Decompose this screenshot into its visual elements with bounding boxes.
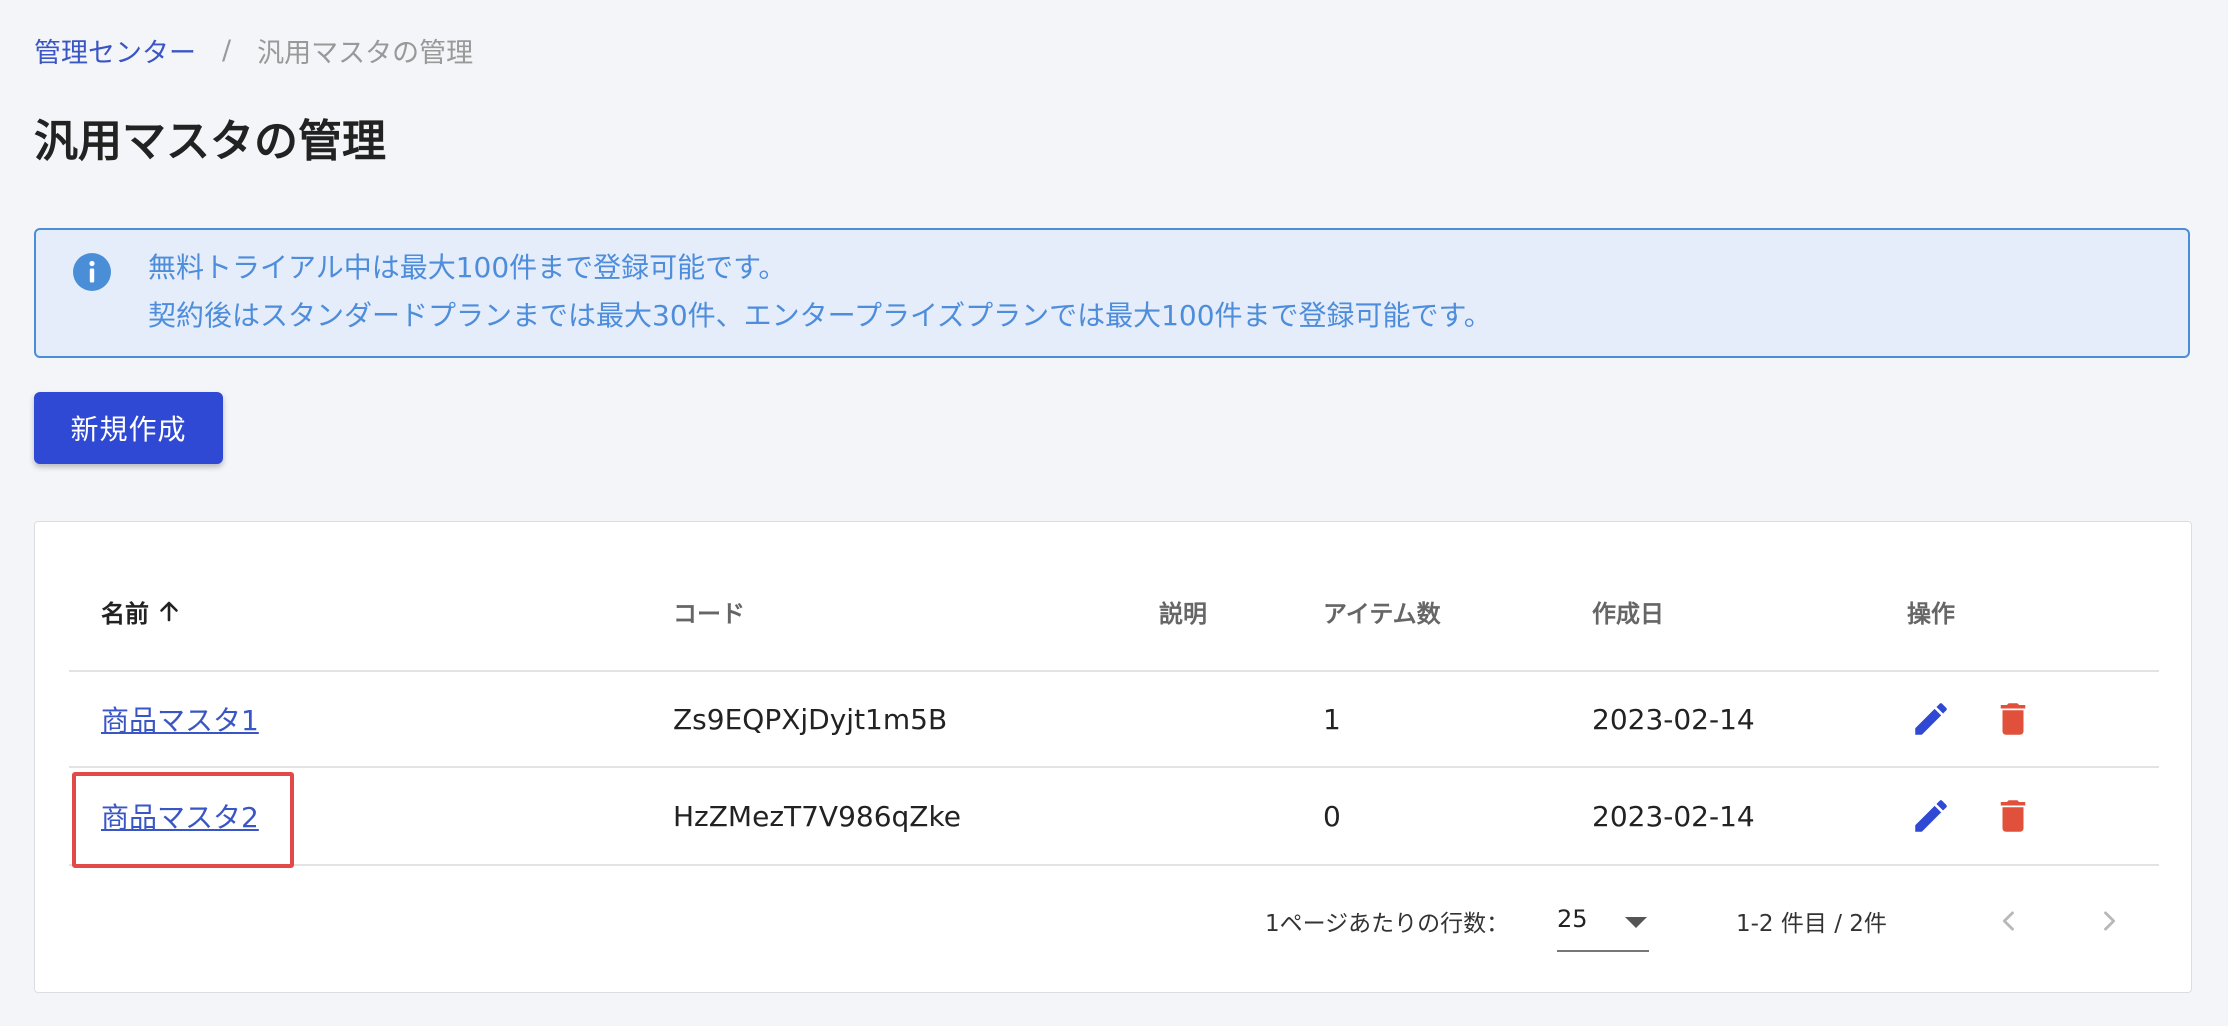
column-header-name-label: 名前: [101, 599, 149, 628]
cell-item-count: 1: [1323, 702, 1341, 736]
table-pagination: 1ページあたりの行数： 25 1-2 件目 / 2件: [69, 866, 2159, 976]
edit-button[interactable]: [1907, 695, 1955, 743]
master-table-card: 名前 コード 説明 アイテム数 作成日 操作 商品マスタ1 Zs9EQPXjDy…: [34, 521, 2192, 993]
master-name-link[interactable]: 商品マスタ1: [101, 699, 259, 739]
pencil-icon: [1915, 703, 1947, 735]
table-row: 商品マスタ1 Zs9EQPXjDyjt1m5B 1 2023-02-14: [69, 672, 2159, 768]
column-header-code: コード: [673, 599, 745, 628]
alert-message: 無料トライアル中は最大100件まで登録可能です。 契約後はスタンダードプランまで…: [148, 244, 1492, 340]
cell-name: 商品マスタ1: [101, 672, 259, 766]
next-page-button[interactable]: [2087, 899, 2131, 943]
pagination-range: 1-2 件目 / 2件: [1736, 911, 1887, 937]
pencil-icon: [1915, 800, 1947, 832]
delete-button[interactable]: [1989, 695, 2037, 743]
column-header-created-date: 作成日: [1592, 599, 1664, 628]
chevron-right-icon: [2104, 911, 2116, 931]
cell-item-count: 0: [1323, 799, 1341, 833]
trash-icon: [2000, 703, 2026, 735]
column-header-item-count: アイテム数: [1323, 599, 1441, 628]
column-header-name[interactable]: 名前: [101, 552, 181, 670]
cell-name: 商品マスタ2: [101, 768, 259, 864]
alert-line-1: 無料トライアル中は最大100件まで登録可能です。: [148, 251, 787, 284]
rows-per-page-label: 1ページあたりの行数：: [1265, 911, 1510, 937]
rows-per-page-value: 25: [1557, 905, 1588, 933]
breadcrumb-current: 汎用マスタの管理: [257, 37, 474, 69]
caret-down-icon: [1625, 914, 1647, 928]
table-row: 商品マスタ2 HzZMezT7V986qZke 0 2023-02-14: [69, 768, 2159, 868]
sort-ascending-icon[interactable]: [157, 599, 181, 623]
cell-created-date: 2023-02-14: [1592, 799, 1755, 833]
create-new-button[interactable]: 新規作成: [34, 392, 223, 464]
cell-code: Zs9EQPXjDyjt1m5B: [673, 702, 948, 736]
info-alert: 無料トライアル中は最大100件まで登録可能です。 契約後はスタンダードプランまで…: [34, 228, 2190, 358]
chevron-left-icon: [2002, 911, 2014, 931]
alert-line-2: 契約後はスタンダードプランまでは最大30件、エンタープライズプランでは最大100…: [148, 299, 1492, 332]
cell-created-date: 2023-02-14: [1592, 702, 1755, 736]
delete-button[interactable]: [1989, 792, 2037, 840]
page-title: 汎用マスタの管理: [34, 116, 386, 167]
cell-code: HzZMezT7V986qZke: [673, 799, 961, 833]
breadcrumb: 管理センター / 汎用マスタの管理: [34, 30, 473, 70]
column-header-description: 説明: [1159, 599, 1207, 628]
trash-icon: [2000, 800, 2026, 832]
rows-per-page-select[interactable]: 25: [1557, 888, 1649, 952]
master-name-link[interactable]: 商品マスタ2: [101, 796, 259, 836]
breadcrumb-separator: /: [222, 34, 232, 66]
breadcrumb-link-admin-center[interactable]: 管理センター: [34, 31, 196, 70]
column-header-operations: 操作: [1907, 599, 1955, 628]
info-icon: [72, 252, 112, 292]
edit-button[interactable]: [1907, 792, 1955, 840]
previous-page-button[interactable]: [1987, 899, 2031, 943]
table-header-row: 名前 コード 説明 アイテム数 作成日 操作: [69, 552, 2159, 672]
